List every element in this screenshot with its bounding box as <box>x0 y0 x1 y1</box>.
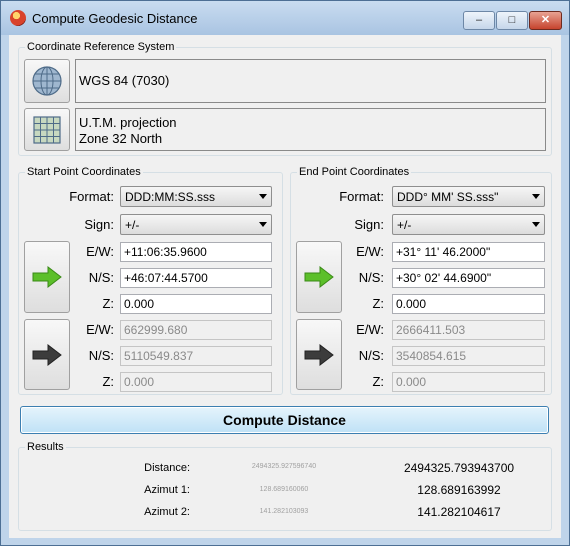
end-ns-label: N/S: <box>358 270 384 285</box>
distance-label: Distance: <box>144 462 190 474</box>
start-proj-ns-field: 5110549.837 <box>120 346 272 366</box>
start-z-label: Z: <box>102 296 114 311</box>
start-format-label: Format: <box>69 189 114 204</box>
projection-line-1: U.T.M. projection <box>79 115 177 130</box>
projection-line-2: Zone 32 North <box>79 131 163 146</box>
end-proj-ew-label: E/W: <box>356 322 384 337</box>
projection-button[interactable] <box>24 108 70 151</box>
app-icon <box>10 10 26 26</box>
end-sign-value: +/- <box>397 218 412 232</box>
end-z-label: Z: <box>372 296 384 311</box>
end-proj-z-field: 0.000 <box>392 372 545 392</box>
azimuth1-value: 128.689163992 <box>417 483 501 497</box>
datum-field: WGS 84 (7030) <box>75 59 546 103</box>
close-icon: ✕ <box>540 14 551 26</box>
compute-distance-button[interactable]: Compute Distance <box>20 406 549 434</box>
azimuth2-secondary-value: 141.282103093 <box>259 508 309 515</box>
title-bar[interactable]: Compute Geodesic Distance – □ ✕ <box>1 1 569 35</box>
end-proj-ns-label: N/S: <box>358 348 384 363</box>
end-point-legend: End Point Coordinates <box>299 166 410 178</box>
azimuth2-value: 141.282104617 <box>417 505 501 519</box>
end-ew-label: E/W: <box>356 244 384 259</box>
minimize-button[interactable]: – <box>463 11 495 30</box>
start-proj-ew-label: E/W: <box>86 322 114 337</box>
start-proj-z-field: 0.000 <box>120 372 272 392</box>
start-sign-select[interactable]: +/- <box>120 214 272 235</box>
start-ns-label: N/S: <box>88 270 114 285</box>
start-proj-ns-label: N/S: <box>88 348 114 363</box>
azimuth2-label: Azimut 2: <box>144 506 190 518</box>
chevron-down-icon <box>532 194 540 199</box>
end-ns-input[interactable]: +30° 02' 44.6900" <box>392 268 545 288</box>
dialog-body: Coordinate Reference System WGS 84 (7030… <box>9 35 561 538</box>
start-format-value: DDD:MM:SS.sss <box>125 190 215 204</box>
end-proj-z-label: Z: <box>372 374 384 389</box>
start-sign-label: Sign: <box>84 217 114 232</box>
distance-secondary-value: 2494325.927596740 <box>251 463 317 470</box>
main-window: Compute Geodesic Distance – □ ✕ Coordina… <box>0 0 570 546</box>
end-proj-ns-field: 3540854.615 <box>392 346 545 366</box>
datum-text: WGS 84 (7030) <box>79 73 170 88</box>
projection-field: U.T.M. projection Zone 32 North <box>75 108 546 151</box>
end-z-input[interactable]: 0.000 <box>392 294 545 314</box>
end-sign-label: Sign: <box>354 217 384 232</box>
maximize-button[interactable]: □ <box>496 11 528 30</box>
datum-button[interactable] <box>24 59 70 103</box>
start-format-select[interactable]: DDD:MM:SS.sss <box>120 186 272 207</box>
results-legend: Results <box>27 441 64 453</box>
end-ew-input[interactable]: +31° 11' 46.2000" <box>392 242 545 262</box>
end-format-value: DDD° MM' SS.sss" <box>397 190 499 204</box>
distance-value: 2494325.793943700 <box>403 461 515 475</box>
start-ns-input[interactable]: +46:07:44.5700 <box>120 268 272 288</box>
azimuth1-label: Azimut 1: <box>144 484 190 496</box>
close-button[interactable]: ✕ <box>529 11 562 30</box>
chevron-down-icon <box>532 222 540 227</box>
start-ew-label: E/W: <box>86 244 114 259</box>
end-proj-ew-field: 2666411.503 <box>392 320 545 340</box>
globe-icon <box>32 66 62 96</box>
start-proj-ew-field: 662999.680 <box>120 320 272 340</box>
end-format-label: Format: <box>339 189 384 204</box>
grid-map-icon <box>33 115 61 144</box>
start-ew-input[interactable]: +11:06:35.9600 <box>120 242 272 262</box>
crs-legend: Coordinate Reference System <box>27 41 175 53</box>
start-proj-z-label: Z: <box>102 374 114 389</box>
end-format-select[interactable]: DDD° MM' SS.sss" <box>392 186 545 207</box>
azimuth1-secondary-value: 128.689160060 <box>259 486 309 493</box>
chevron-down-icon <box>259 194 267 199</box>
minimize-icon: – <box>475 14 483 26</box>
maximize-icon: □ <box>508 14 516 26</box>
window-title: Compute Geodesic Distance <box>32 11 198 26</box>
start-z-input[interactable]: 0.000 <box>120 294 272 314</box>
end-sign-select[interactable]: +/- <box>392 214 545 235</box>
start-sign-value: +/- <box>125 218 140 232</box>
chevron-down-icon <box>259 222 267 227</box>
start-point-legend: Start Point Coordinates <box>27 166 141 178</box>
